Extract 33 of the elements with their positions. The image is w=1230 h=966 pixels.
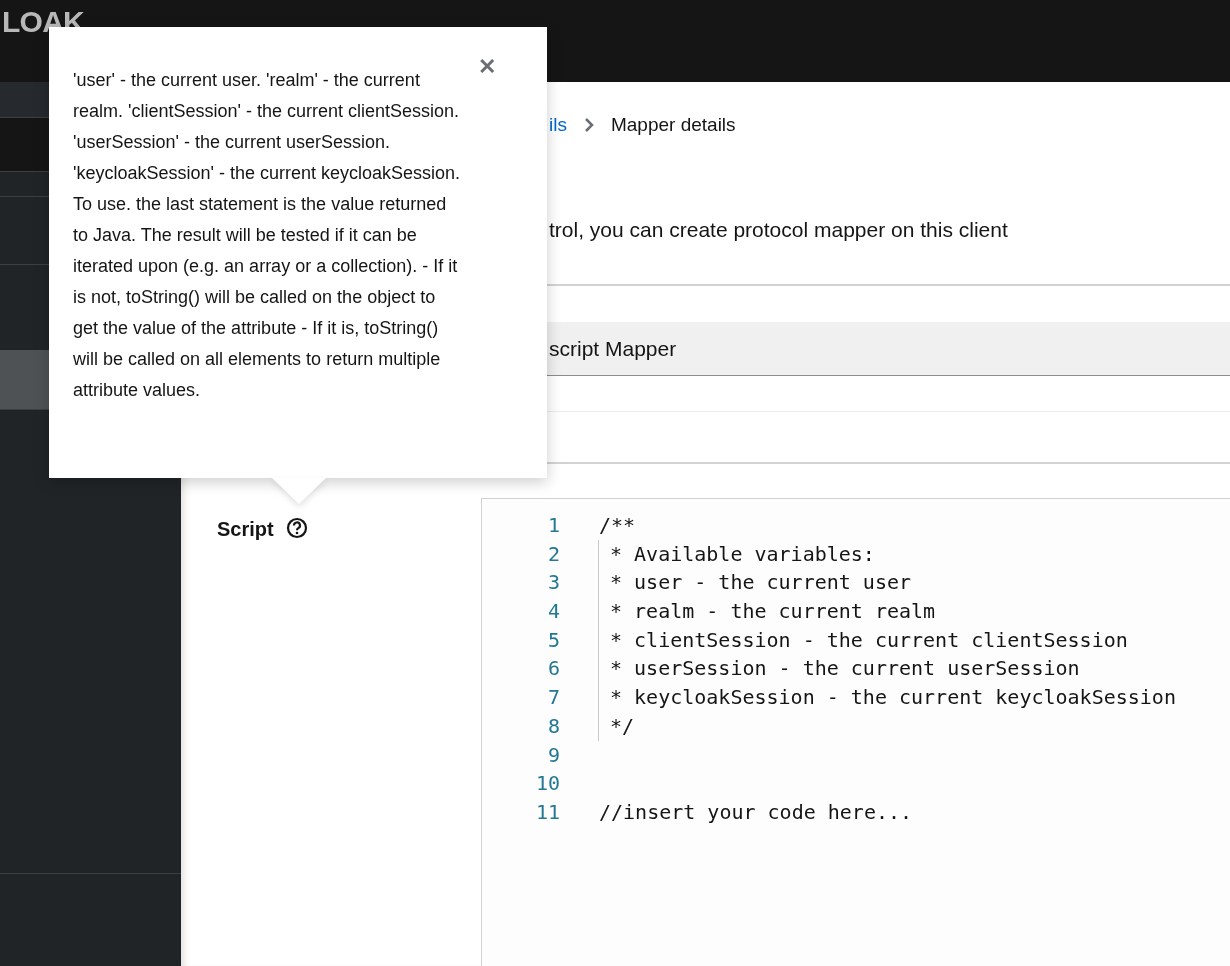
popover-text: 'user' - the current user. 'realm' - the current realm. 'clientSession' - the current clientSession. 'userSession' - the current userSession. 'keycloakSession' - the current keycloakSession. To use. the last statement is the value returned to Java. The result will be tested if it can be iterated upon (e.g. an array or a collection). - If it is not, toString() will be called on the object to get the value of the attribute - If it is, toString() will be called on all elements to return multiple attribute values.: [73, 69, 462, 402]
sidebar-item[interactable]: [0, 118, 49, 172]
line-number: 6: [546, 655, 560, 683]
code-line: * clientSession - the current clientSession: [598, 625, 1128, 655]
line-number: 7: [546, 684, 560, 712]
chevron-right-icon: [582, 117, 595, 133]
code-line: * user - the current user: [598, 568, 912, 598]
code-line: /**: [598, 512, 636, 539]
line-number: 2: [546, 540, 560, 568]
code-line: * Available variables:: [598, 539, 875, 569]
line-number: 8: [546, 712, 560, 740]
line-number: 3: [546, 569, 560, 597]
code-line: * userSession - the current userSession: [598, 654, 1080, 684]
line-number: 1: [546, 512, 560, 539]
field-label: Script: [217, 517, 274, 542]
code-line: //insert your code here...: [598, 798, 913, 826]
line-number: 5: [546, 626, 560, 654]
breadcrumb-current: Mapper details: [610, 112, 736, 137]
code-line: */: [598, 711, 635, 741]
line-number: 4: [546, 598, 560, 626]
code-editor[interactable]: [481, 498, 1230, 966]
code-line: * realm - the current realm: [598, 597, 936, 626]
help-icon[interactable]: [285, 517, 308, 539]
sidebar-item[interactable]: [0, 350, 49, 410]
line-number: 9: [546, 741, 560, 769]
breadcrumb-link[interactable]: ils: [549, 110, 567, 140]
line-number: 10: [534, 770, 560, 798]
mapper-type-field: script Mapper: [549, 332, 677, 365]
page-description: trol, you can create protocol mapper on this client: [549, 217, 1008, 244]
code-line: * keycloakSession - the current keycloakSession: [598, 683, 1176, 712]
line-number: 11: [534, 798, 560, 826]
sidebar-item[interactable]: [0, 82, 49, 118]
close-button[interactable]: ✕: [475, 55, 499, 79]
